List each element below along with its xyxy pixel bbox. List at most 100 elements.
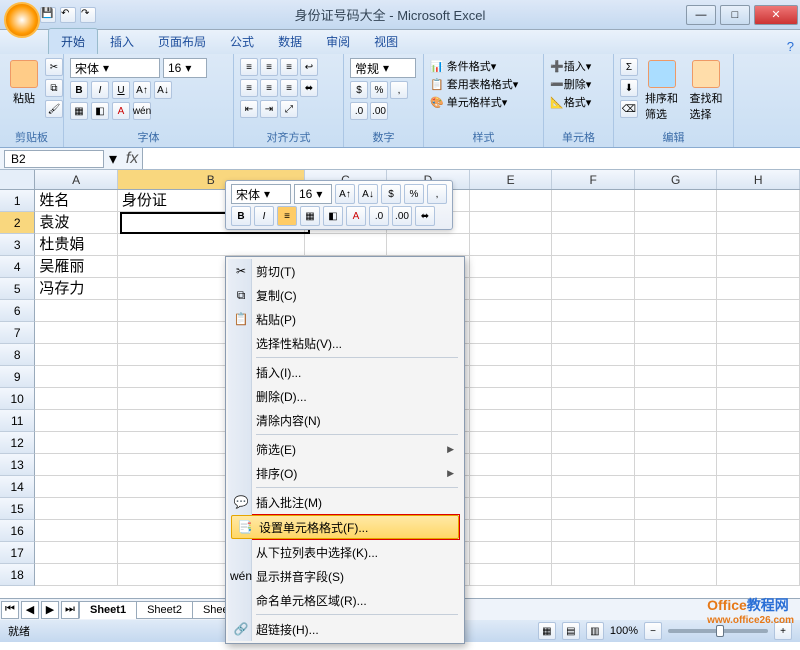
col-E[interactable]: E [470,170,553,189]
mini-decdec-icon[interactable]: .00 [392,206,412,226]
cell[interactable] [635,542,718,564]
delete-cells-button[interactable]: ➖删除▾ [550,76,591,92]
row-head[interactable]: 2 [0,212,35,234]
cell[interactable] [717,256,800,278]
ctx-clear[interactable]: 清除内容(N) [228,408,462,432]
ctx-cut[interactable]: ✂剪切(T) [228,259,462,283]
cell[interactable] [552,432,635,454]
cell[interactable] [35,520,118,542]
cell[interactable] [552,564,635,586]
align-r-icon[interactable]: ≡ [280,79,298,97]
cell[interactable] [35,344,118,366]
cell[interactable] [717,300,800,322]
col-F[interactable]: F [552,170,635,189]
ctx-paste-special[interactable]: 选择性粘贴(V)... [228,331,462,355]
row-head[interactable]: 15 [0,498,35,520]
cell[interactable] [305,234,388,256]
cell[interactable] [35,322,118,344]
cell[interactable]: 冯存力 [35,278,118,300]
cell[interactable] [470,520,553,542]
cell[interactable] [552,278,635,300]
view-normal-icon[interactable]: ▦ [538,622,556,640]
cell[interactable] [717,410,800,432]
mini-fontcolor-icon[interactable]: A [346,206,366,226]
ctx-copy[interactable]: ⧉复制(C) [228,283,462,307]
ctx-dropdown-select[interactable]: 从下拉列表中选择(K)... [228,540,462,564]
row-head[interactable]: 3 [0,234,35,256]
tab-nav-last[interactable]: ⏭ [61,601,79,619]
percent-icon[interactable]: % [370,81,388,99]
cell[interactable] [635,344,718,366]
cell[interactable] [635,564,718,586]
cell[interactable] [35,432,118,454]
cell[interactable] [552,366,635,388]
formula-bar[interactable] [142,148,800,169]
cut-icon[interactable]: ✂ [45,58,63,76]
format-painter-icon[interactable]: 🖌 [45,100,63,118]
grow-font-icon[interactable]: A↑ [133,81,151,99]
format-cells-button[interactable]: 📐格式▾ [550,94,591,110]
cell[interactable] [635,366,718,388]
cell[interactable] [717,388,800,410]
mini-border-icon[interactable]: ▦ [300,206,320,226]
align-l-icon[interactable]: ≡ [240,79,258,97]
mini-bold-button[interactable]: B [231,206,251,226]
cell[interactable] [552,454,635,476]
cell[interactable] [35,300,118,322]
tab-layout[interactable]: 页面布局 [146,29,218,54]
row-head[interactable]: 4 [0,256,35,278]
cell[interactable] [470,300,553,322]
cell[interactable] [635,300,718,322]
ctx-insert[interactable]: 插入(I)... [228,360,462,384]
row-head[interactable]: 14 [0,476,35,498]
sheet-tab-1[interactable]: Sheet1 [79,601,137,619]
cell[interactable] [552,410,635,432]
cell[interactable] [717,542,800,564]
row-head[interactable]: 11 [0,410,35,432]
undo-icon[interactable]: ↶ [60,7,76,23]
cell[interactable] [35,410,118,432]
cell[interactable] [552,256,635,278]
sort-filter-button[interactable]: 排序和筛选 [641,58,683,124]
mini-fill-icon[interactable]: ◧ [323,206,343,226]
row-head[interactable]: 17 [0,542,35,564]
name-box[interactable]: B2 [4,150,104,168]
cell[interactable] [552,498,635,520]
cell[interactable] [35,564,118,586]
cell[interactable] [552,542,635,564]
indent-dec-icon[interactable]: ⇤ [240,100,258,118]
font-color-icon[interactable]: A [112,102,130,120]
underline-button[interactable]: U [112,81,130,99]
minimize-button[interactable]: — [686,5,716,25]
table-format-button[interactable]: 📋 套用表格格式▾ [430,76,518,92]
cell[interactable] [470,410,553,432]
cell[interactable] [717,344,800,366]
mini-italic-button[interactable]: I [254,206,274,226]
cell[interactable]: 袁波 [35,212,118,234]
tab-view[interactable]: 视图 [362,29,410,54]
cell[interactable] [635,278,718,300]
orient-icon[interactable]: ⤢ [280,100,298,118]
ctx-paste[interactable]: 📋粘贴(P) [228,307,462,331]
cell[interactable] [552,300,635,322]
cell[interactable] [470,278,553,300]
tab-data[interactable]: 数据 [266,29,314,54]
cell[interactable] [470,256,553,278]
cell[interactable] [470,432,553,454]
cell[interactable] [35,454,118,476]
cell[interactable] [470,388,553,410]
tab-nav-first[interactable]: ⏮ [1,601,19,619]
cell[interactable] [717,278,800,300]
cell[interactable] [35,542,118,564]
mini-currency-icon[interactable]: $ [381,184,401,204]
align-tm-icon[interactable]: ≡ [260,58,278,76]
cell[interactable] [552,476,635,498]
cell[interactable] [470,344,553,366]
cell[interactable] [470,190,553,212]
dec-dec-icon[interactable]: .00 [370,102,388,120]
ctx-show-pinyin[interactable]: wén显示拼音字段(S) [228,564,462,588]
mini-shrink-icon[interactable]: A↓ [358,184,378,204]
col-H[interactable]: H [717,170,800,189]
sheet-tab-2[interactable]: Sheet2 [136,601,193,619]
row-head[interactable]: 8 [0,344,35,366]
